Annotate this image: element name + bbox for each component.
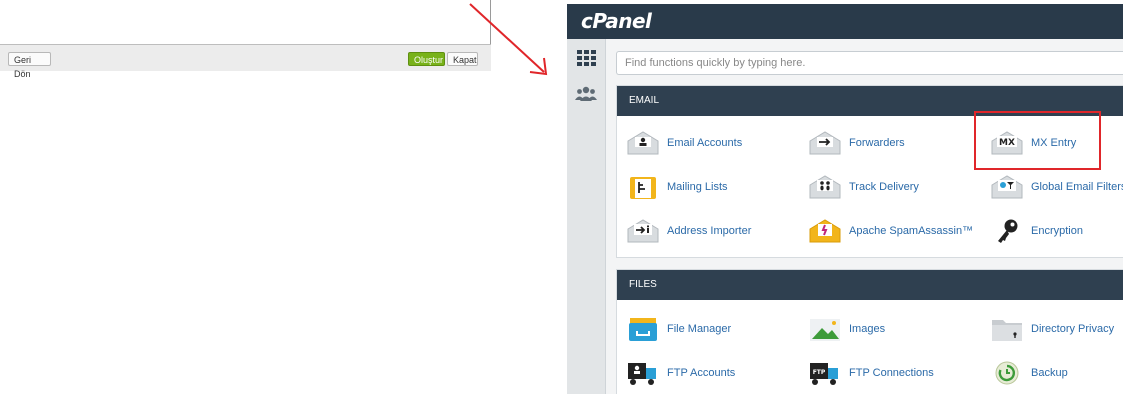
- cpanel-logo: cPanel: [581, 9, 652, 33]
- ftp-connections-item[interactable]: FTP FTP Connections: [807, 358, 934, 388]
- cpanel-main: Find functions quickly by typing here. E…: [606, 39, 1123, 394]
- spamassassin-icon: [807, 216, 843, 246]
- email-accounts-icon: [625, 128, 661, 158]
- forwarders-icon: [807, 128, 843, 158]
- backup-icon: [989, 358, 1025, 388]
- address-importer-item[interactable]: Address Importer: [625, 216, 751, 246]
- file-manager-icon: [625, 314, 661, 344]
- forwarders-item[interactable]: Forwarders: [807, 128, 905, 158]
- files-section-title: FILES: [617, 270, 1123, 300]
- cpanel-header: cPanel: [567, 4, 1123, 39]
- mailing-lists-icon: [625, 172, 661, 202]
- images-icon: [807, 314, 843, 344]
- create-button[interactable]: Oluştur: [408, 52, 445, 66]
- images-item[interactable]: Images: [807, 314, 885, 344]
- track-delivery-icon: [807, 172, 843, 202]
- files-section: FILES File Manager Images Directory Priv…: [616, 269, 1123, 394]
- search-input[interactable]: Find functions quickly by typing here.: [616, 51, 1123, 75]
- cpanel-window: cPanel Find functions quickly by typing …: [567, 4, 1123, 394]
- global-email-filters-icon: [989, 172, 1025, 202]
- mailing-lists-item[interactable]: Mailing Lists: [625, 172, 728, 202]
- track-delivery-item[interactable]: Track Delivery: [807, 172, 919, 202]
- address-importer-icon: [625, 216, 661, 246]
- directory-privacy-icon: [989, 314, 1025, 344]
- svg-text:FTP: FTP: [813, 369, 826, 376]
- back-button[interactable]: Geri Dön: [8, 52, 51, 79]
- cpanel-sidebar: [567, 39, 606, 394]
- backup-item[interactable]: Backup: [989, 358, 1068, 388]
- grid-apps-icon[interactable]: [575, 49, 597, 67]
- directory-privacy-item[interactable]: Directory Privacy: [989, 314, 1114, 344]
- file-manager-item[interactable]: File Manager: [625, 314, 731, 344]
- spamassassin-item[interactable]: Apache SpamAssassin™: [807, 216, 973, 246]
- mx-entry-highlight-box: [974, 111, 1101, 170]
- users-group-icon[interactable]: [575, 85, 597, 103]
- global-email-filters-item[interactable]: Global Email Filters: [989, 172, 1123, 202]
- encryption-key-icon: [989, 216, 1025, 246]
- dialog-footer: Geri Dön Oluştur Kapat: [0, 44, 491, 79]
- encryption-item[interactable]: Encryption: [989, 216, 1083, 246]
- ftp-connections-icon: FTP: [807, 358, 843, 388]
- email-accounts-item[interactable]: Email Accounts: [625, 128, 742, 158]
- annotation-arrow-icon: [469, 3, 548, 76]
- ftp-accounts-icon: [625, 358, 661, 388]
- ftp-accounts-item[interactable]: FTP Accounts: [625, 358, 735, 388]
